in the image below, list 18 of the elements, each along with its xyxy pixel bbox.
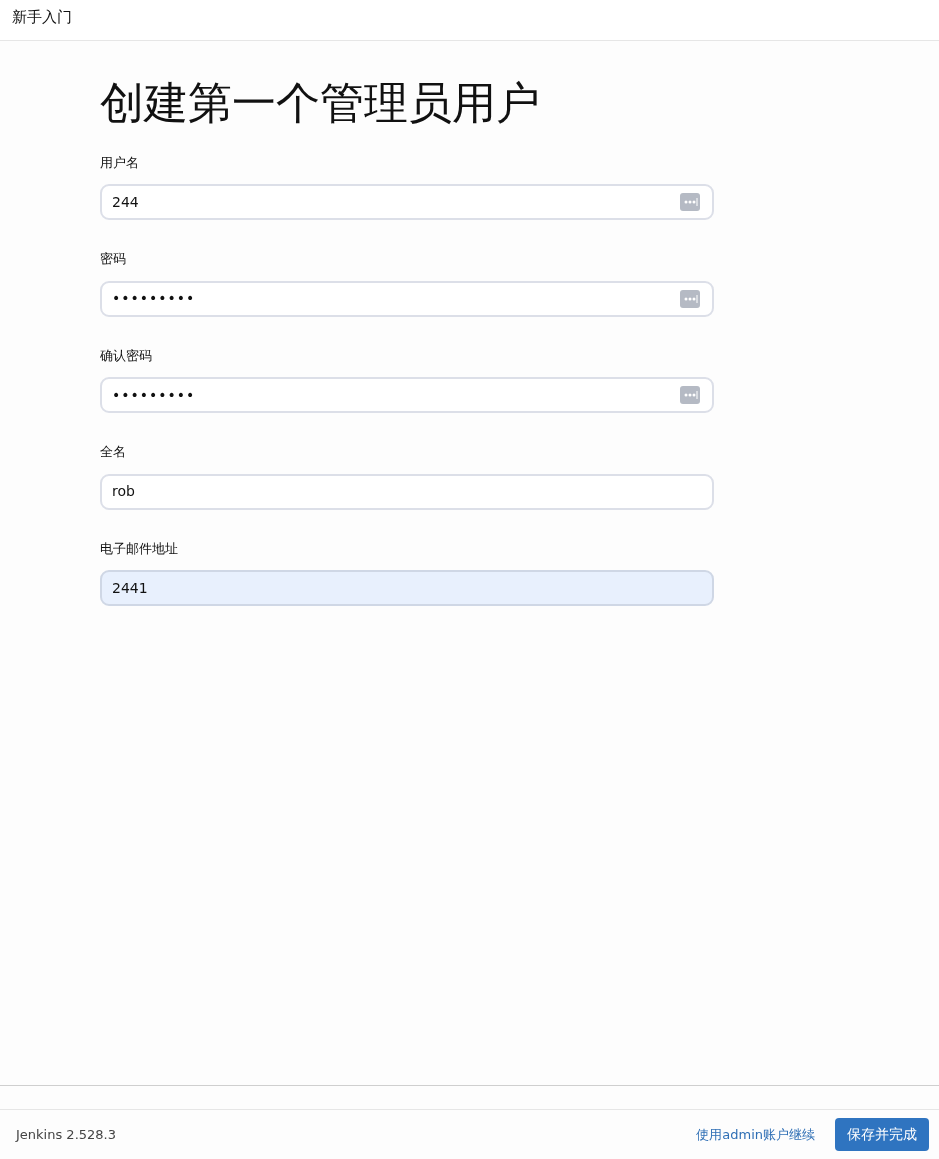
page-title: 新手入门 xyxy=(12,8,72,26)
continue-link[interactable]: 使用admin账户继续 xyxy=(696,1124,815,1145)
field-label: 密码 xyxy=(100,250,126,269)
input-field[interactable]: rob xyxy=(100,473,714,510)
more-icon[interactable] xyxy=(680,386,700,405)
field-label: 全名 xyxy=(100,443,126,462)
input-field[interactable]: ••••••••• xyxy=(100,280,714,317)
field-label: 确认密码 xyxy=(100,346,152,365)
more-icon[interactable] xyxy=(680,289,700,308)
field-label: 电子邮件地址 xyxy=(100,539,178,558)
input-field[interactable]: 2441 xyxy=(100,570,714,607)
save-button[interactable]: 保存并完成 xyxy=(835,1118,929,1151)
heading: 创建第一个管理员用户 xyxy=(100,77,541,130)
more-icon[interactable] xyxy=(680,193,700,212)
version-text: Jenkins 2.528.3 xyxy=(16,1125,116,1144)
input-field[interactable]: ••••••••• xyxy=(100,377,714,414)
input-field[interactable]: 244 xyxy=(100,184,714,221)
field-label: 用户名 xyxy=(100,153,139,172)
